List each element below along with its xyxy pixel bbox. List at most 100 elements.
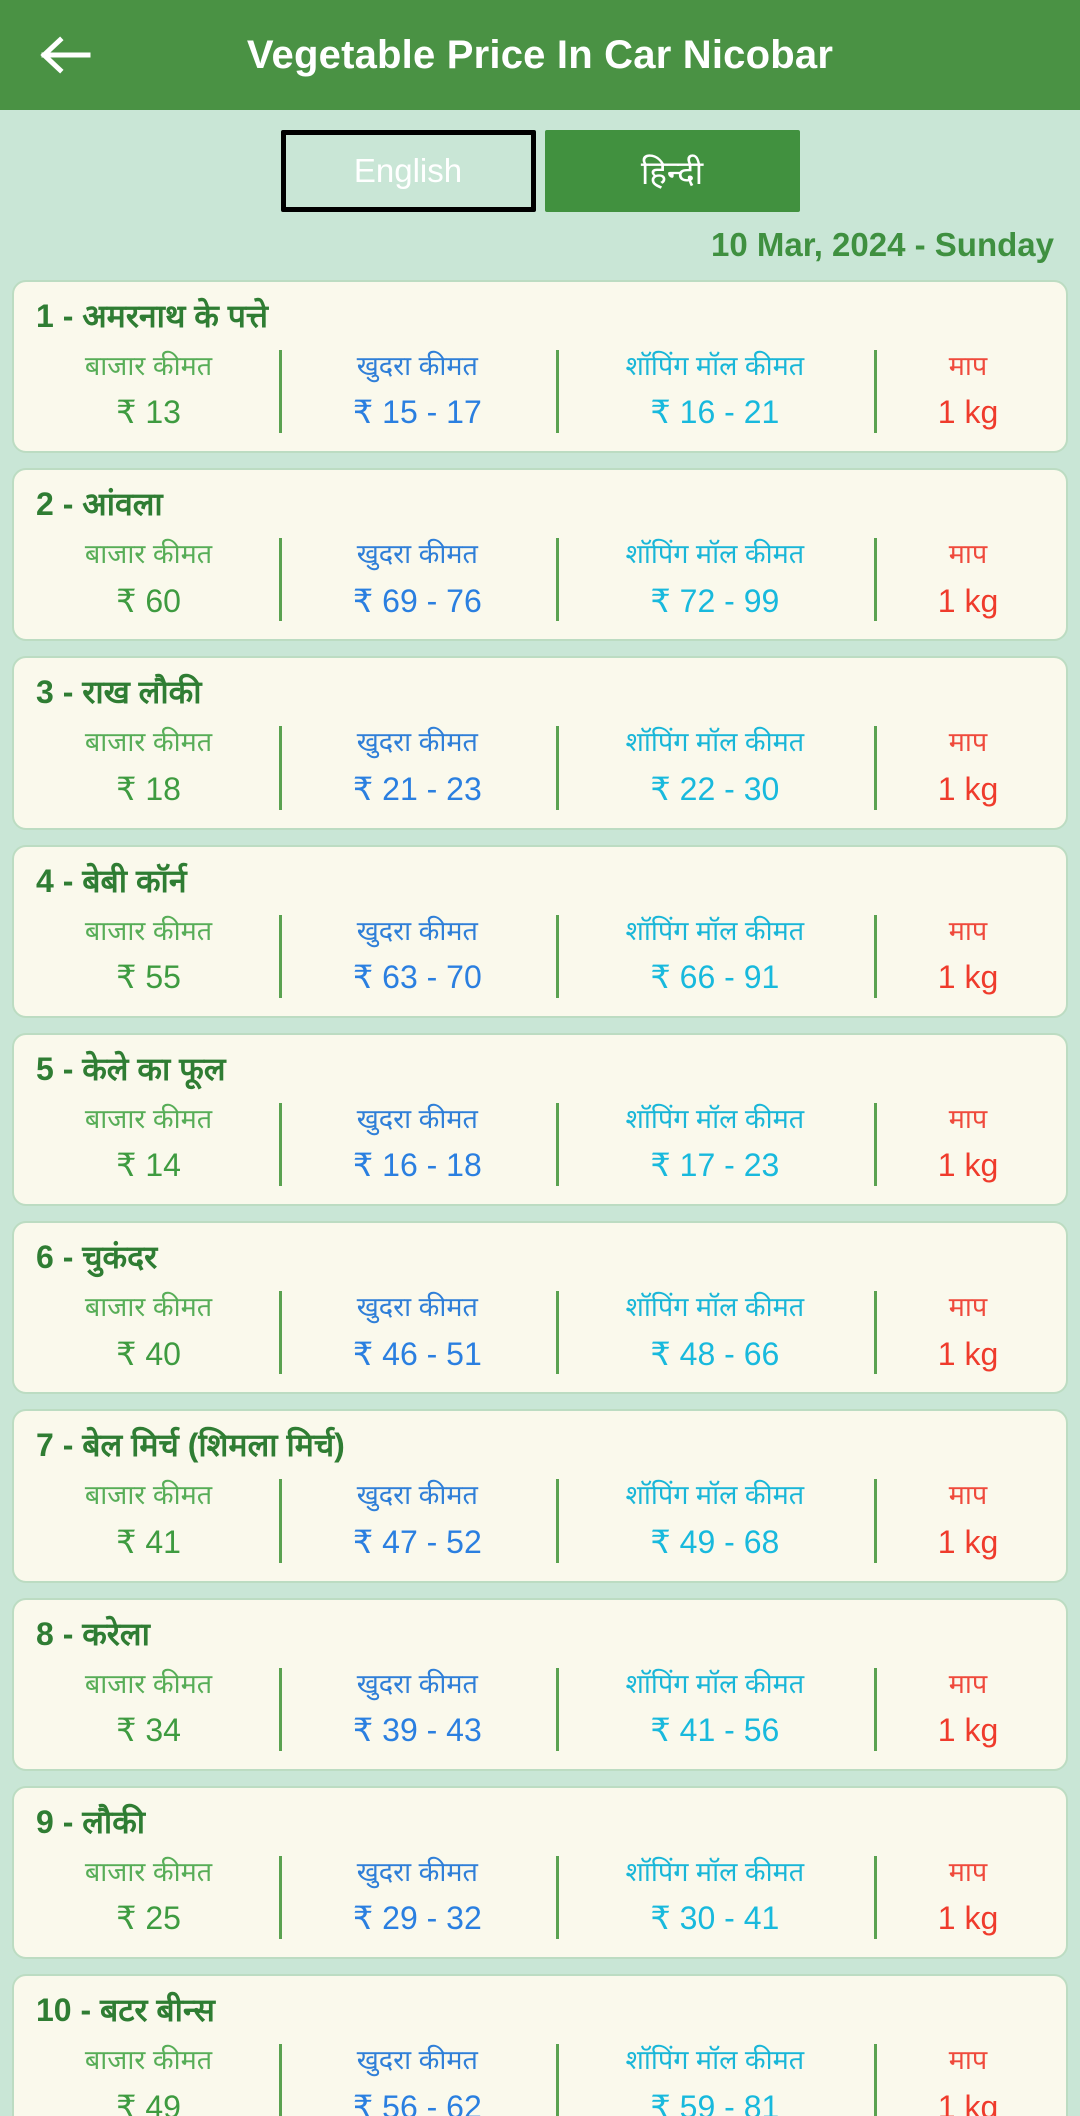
market-price-value: ₹ 13 [116,394,181,431]
price-column-market-price: बाजार कीमत ₹ 49 [18,2040,279,2116]
mall-price-value: ₹ 22 - 30 [650,770,780,807]
market-price-label: बाजार कीमत [84,727,213,758]
retail-price-value: ₹ 46 - 51 [352,1335,482,1372]
measure-value: 1 kg [937,1523,999,1560]
price-card-columns: बाजार कीमत ₹ 55 खुदरा कीमत ₹ 63 - 70 शॉपिंग … [18,911,1062,1000]
price-card-columns: बाजार कीमत ₹ 14 खुदरा कीमत ₹ 16 - 18 शॉपिंग … [18,1099,1062,1188]
market-price-value: ₹ 41 [116,1523,181,1560]
price-column-retail-price: खुदरा कीमत ₹ 16 - 18 [279,1099,556,1188]
price-card-title: 9 - लौकी [36,1803,146,1840]
price-column-retail-price: खुदरा कीमत ₹ 39 - 43 [279,1664,556,1753]
price-column-market-price: बाजार कीमत ₹ 18 [18,722,279,811]
mall-price-value: ₹ 66 - 91 [650,959,780,996]
mall-price-label: शॉपिंग मॉल कीमत [625,1292,805,1323]
mall-price-value: ₹ 49 - 68 [650,1523,780,1560]
retail-price-value: ₹ 16 - 18 [352,1147,482,1184]
arrow-left-icon [40,35,92,75]
mall-price-value: ₹ 17 - 23 [650,1147,780,1184]
mall-price-value: ₹ 48 - 66 [650,1335,780,1372]
price-card[interactable]: 3 - राख लौकी बाजार कीमत ₹ 18 खुदरा कीमत ₹ 21… [12,656,1068,830]
price-column-retail-price: खुदरा कीमत ₹ 29 - 32 [279,1852,556,1941]
market-price-value: ₹ 25 [116,1900,181,1937]
mall-price-value: ₹ 41 - 56 [650,1712,780,1749]
price-card[interactable]: 7 - बेल मिर्च (शिमला मिर्च) बाजार कीमत ₹ 4… [12,1409,1068,1583]
measure-value: 1 kg [937,1900,999,1937]
price-column-measure: माप 1 kg [874,1664,1062,1753]
price-column-retail-price: खुदरा कीमत ₹ 15 - 17 [279,346,556,435]
price-card[interactable]: 10 - बटर बीन्स बाजार कीमत ₹ 49 खुदरा कीमत ₹ … [12,1974,1068,2116]
retail-price-label: खुदरा कीमत [356,1668,478,1699]
mall-price-value: ₹ 16 - 21 [650,394,780,431]
price-column-market-price: बाजार कीमत ₹ 25 [18,1852,279,1941]
market-price-value: ₹ 49 [116,2088,181,2116]
price-column-mall-price: शॉपिंग मॉल कीमत ₹ 66 - 91 [555,911,874,1000]
price-card-title: 7 - बेल मिर्च (शिमला मिर्च) [36,1427,345,1464]
retail-price-value: ₹ 56 - 62 [352,2088,482,2116]
price-column-market-price: बाजार कीमत ₹ 40 [18,1287,279,1376]
price-card[interactable]: 5 - केले का फूल बाजार कीमत ₹ 14 खुदरा कीमत ₹… [12,1032,1068,1207]
price-card[interactable]: 6 - चुकंदर बाजार कीमत ₹ 40 खुदरा कीमत ₹ 46 -… [12,1221,1068,1395]
measure-value: 1 kg [937,394,999,431]
mall-price-label: शॉपिंग मॉल कीमत [625,2045,805,2076]
market-price-label: बाजार कीमत [84,915,213,946]
market-price-value: ₹ 34 [116,1712,181,1749]
language-button-english[interactable]: English [280,130,536,212]
price-card-title: 4 - बेबी कॉर्न [36,862,187,899]
price-card-columns: बाजार कीमत ₹ 25 खुदरा कीमत ₹ 29 - 32 शॉपिंग … [18,1852,1062,1941]
measure-label: माप [948,915,988,946]
retail-price-value: ₹ 47 - 52 [352,1523,482,1560]
measure-value: 1 kg [937,1335,999,1372]
mall-price-label: शॉपिंग मॉल कीमत [625,727,805,758]
price-column-measure: माप 1 kg [874,1475,1062,1564]
price-column-market-price: बाजार कीमत ₹ 14 [18,1099,279,1188]
price-card-columns: बाजार कीमत ₹ 40 खुदरा कीमत ₹ 46 - 51 शॉपिंग … [18,1287,1062,1376]
retail-price-label: खुदरा कीमत [356,1856,478,1887]
price-column-measure: माप 1 kg [874,346,1062,435]
price-column-mall-price: शॉपिंग मॉल कीमत ₹ 59 - 81 [555,2040,874,2116]
market-price-label: बाजार कीमत [84,351,213,381]
price-card[interactable]: 9 - लौकी बाजार कीमत ₹ 25 खुदरा कीमत ₹ 29 - 3… [12,1785,1068,1960]
price-column-retail-price: खुदरा कीमत ₹ 56 - 62 [279,2040,556,2116]
price-column-measure: माप 1 kg [874,1287,1062,1376]
retail-price-label: खुदरा कीमत [356,2045,478,2076]
price-card[interactable]: 2 - आंवला बाजार कीमत ₹ 60 खुदरा कीमत ₹ 69 - … [12,468,1068,642]
price-column-mall-price: शॉपिंग मॉल कीमत ₹ 16 - 21 [555,346,874,435]
market-price-label: बाजार कीमत [84,1103,213,1134]
price-card-title: 3 - राख लौकी [36,674,202,711]
market-price-value: ₹ 40 [116,1335,181,1372]
mall-price-value: ₹ 30 - 41 [650,1900,780,1937]
price-card[interactable]: 8 - करेला बाजार कीमत ₹ 34 खुदरा कीमत ₹ 39 - … [12,1597,1068,1771]
price-card-columns: बाजार कीमत ₹ 18 खुदरा कीमत ₹ 21 - 23 शॉपिंग … [18,722,1062,811]
price-card-title: 5 - केले का फूल [36,1050,226,1087]
language-button-hindi[interactable]: हिन्दी [544,130,800,212]
back-button[interactable] [34,23,98,87]
mall-price-label: शॉपिंग मॉल कीमत [625,1480,805,1511]
measure-label: माप [948,1668,988,1699]
retail-price-value: ₹ 21 - 23 [352,770,482,807]
market-price-label: बाजार कीमत [84,1292,213,1323]
price-column-mall-price: शॉपिंग मॉल कीमत ₹ 22 - 30 [555,722,874,811]
page-title: Vegetable Price In Car Nicobar [246,32,834,77]
mall-price-label: शॉपिंग मॉल कीमत [625,1668,805,1699]
price-card[interactable]: 1 - अमरनाथ के पत्ते बाजार कीमत ₹ 13 खुदरा क… [12,280,1068,454]
price-column-mall-price: शॉपिंग मॉल कीमत ₹ 49 - 68 [555,1475,874,1564]
price-column-retail-price: खुदरा कीमत ₹ 69 - 76 [279,534,556,623]
price-card[interactable]: 4 - बेबी कॉर्न बाजार कीमत ₹ 55 खुदरा कीमत ₹ … [12,844,1068,1018]
price-column-market-price: बाजार कीमत ₹ 34 [18,1664,279,1753]
price-column-retail-price: खुदरा कीमत ₹ 46 - 51 [279,1287,556,1376]
measure-label: माप [948,351,988,381]
retail-price-value: ₹ 15 - 17 [352,394,482,431]
measure-value: 1 kg [937,2088,999,2116]
price-card-title: 1 - अमरनाथ के पत्ते [36,298,269,334]
market-price-value: ₹ 18 [116,770,181,807]
market-price-label: बाजार कीमत [84,1856,213,1887]
price-column-mall-price: शॉपिंग मॉल कीमत ₹ 72 - 99 [555,534,874,623]
price-card-list: 1 - अमरनाथ के पत्ते बाजार कीमत ₹ 13 खुदरा क… [0,280,1080,2116]
retail-price-label: खुदरा कीमत [356,351,478,381]
retail-price-value: ₹ 63 - 70 [352,959,482,996]
measure-label: माप [948,2045,988,2076]
market-price-value: ₹ 60 [116,582,181,619]
retail-price-label: खुदरा कीमत [356,1480,478,1511]
price-card-title: 6 - चुकंदर [36,1239,158,1276]
market-price-label: बाजार कीमत [84,539,213,570]
